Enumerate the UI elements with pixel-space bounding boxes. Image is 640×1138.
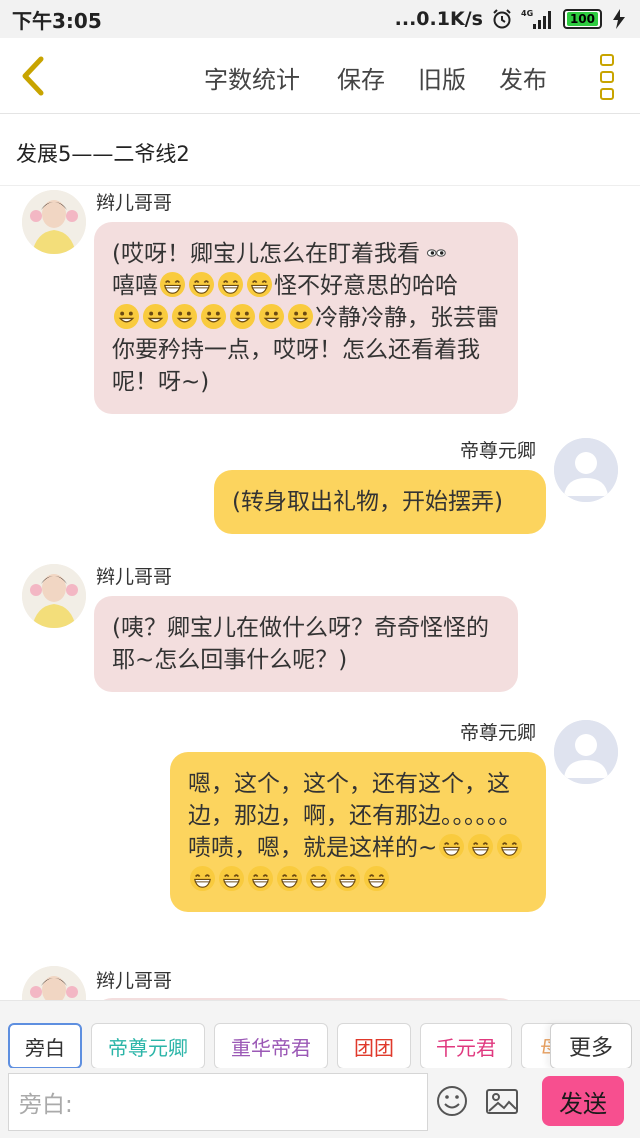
grin-emoji-icon (439, 833, 465, 860)
grin-emoji-icon (247, 865, 274, 892)
top-toolbar: 字数统计 保存 旧版 发布 (0, 38, 640, 114)
message-text: (咦？卿宝儿在做什么呀？奇奇怪怪的耶~怎么回事什么呢？) (112, 615, 489, 673)
sender-name: 帝尊元卿 (460, 440, 537, 462)
message-text: (转身取出礼物，开始摆弄) (232, 489, 503, 515)
speaker-chip[interactable]: 团团 (337, 1023, 411, 1069)
grin-emoji-icon (218, 865, 245, 892)
svg-text:4G: 4G (521, 9, 533, 18)
input-bar: 旁白: 发送 (0, 1068, 640, 1138)
send-label: 发送 (559, 1089, 607, 1118)
smile-emoji-icon (258, 303, 285, 330)
alarm-icon (491, 8, 513, 30)
message-text: 嘻嘻 (112, 273, 158, 299)
grin-emoji-icon (497, 833, 523, 860)
eyes-emoji-icon (426, 249, 446, 257)
more-speakers-button[interactable]: 更多 (550, 1023, 632, 1069)
input-placeholder: 旁白: (19, 1092, 73, 1118)
speaker-chip[interactable]: 重华帝君 (214, 1023, 328, 1069)
speaker-chip-label: 重华帝君 (231, 1035, 311, 1060)
smile-emoji-icon (287, 303, 314, 330)
message-bubble[interactable]: (转身取出礼物，开始摆弄) (214, 470, 546, 534)
message-bubble[interactable]: 嗯，这个，这个，还有这个，这边，那边，啊，还有那边。。。。。。啧啧，嗯，就是这样… (170, 752, 546, 912)
speaker-chip-label: 团团 (354, 1035, 394, 1060)
chapter-title: 发展5——二爷线2 (16, 142, 190, 166)
image-icon[interactable] (484, 1083, 520, 1119)
message-input[interactable]: 旁白: (8, 1073, 428, 1131)
avatar[interactable] (22, 564, 86, 628)
avatar[interactable] (554, 438, 618, 502)
avatar[interactable] (22, 190, 86, 254)
status-indicators: ...0.1K/s 4G 100 (395, 8, 628, 30)
sender-name: 辫儿哥哥 (96, 192, 173, 214)
smile-emoji-icon (229, 303, 256, 330)
chat-area[interactable]: 辫儿哥哥 (哎呀！卿宝儿怎么在盯着我看 嘻嘻 怪不好意思的哈哈 冷静冷静，张芸雷你… (0, 186, 640, 1000)
avatar[interactable] (22, 966, 86, 1000)
chevron-left-icon (22, 56, 44, 96)
smiley-icon[interactable] (434, 1083, 470, 1119)
publish-button[interactable]: 发布 (499, 60, 547, 95)
network-speed: ...0.1K/s (394, 8, 483, 30)
more-vertical-icon[interactable] (596, 52, 618, 102)
word-count-button[interactable]: 字数统计 (204, 60, 300, 95)
grin-emoji-icon (276, 865, 303, 892)
speaker-chip[interactable]: 千元君 (420, 1023, 512, 1069)
speaker-chip-label: 千元君 (436, 1035, 496, 1060)
grin-emoji-group (158, 271, 274, 299)
status-bar: 下午3:05 ...0.1K/s 4G 100 (0, 0, 640, 38)
message-bubble[interactable]: (哎呀！卿宝儿怎么在盯着我看 嘻嘻 怪不好意思的哈哈 冷静冷静，张芸雷你要矜持一点… (94, 222, 518, 414)
sender-name: 帝尊元卿 (460, 722, 537, 744)
back-button[interactable] (10, 52, 54, 100)
grin-emoji-icon (305, 865, 332, 892)
sender-name: 辫儿哥哥 (96, 970, 173, 992)
smile-emoji-icon (171, 303, 198, 330)
status-time: 下午3:05 (12, 8, 102, 33)
grin-emoji-icon (189, 865, 216, 892)
grin-emoji-icon (159, 271, 186, 298)
speaker-chip-label: 帝尊元卿 (108, 1035, 188, 1060)
signal-icon: 4G (521, 8, 555, 30)
save-button[interactable]: 保存 (337, 60, 385, 95)
sender-name: 辫儿哥哥 (96, 566, 173, 588)
smile-emoji-icon (113, 303, 140, 330)
battery-icon: 100 (562, 9, 602, 29)
charging-icon (610, 8, 628, 30)
old-version-button[interactable]: 旧版 (418, 60, 466, 95)
grin-emoji-icon (363, 865, 390, 892)
avatar[interactable] (554, 720, 618, 784)
grin-emoji-icon (246, 271, 273, 298)
grin-emoji-icon (334, 865, 361, 892)
send-button[interactable]: 发送 (542, 1076, 624, 1126)
speaker-chip[interactable]: 帝尊元卿 (91, 1023, 205, 1069)
speaker-chip[interactable]: 旁白 (8, 1023, 82, 1069)
grin-emoji-icon (188, 271, 215, 298)
grin-emoji-icon (217, 271, 244, 298)
more-label: 更多 (568, 1036, 613, 1061)
message-text: 怪不好意思的哈哈 (274, 273, 458, 299)
smile-emoji-icon (200, 303, 227, 330)
speaker-chip-label: 旁白 (25, 1035, 65, 1060)
message-bubble[interactable]: (咦？卿宝儿在做什么呀？奇奇怪怪的耶~怎么回事什么呢？) (94, 596, 518, 692)
smile-emoji-group (112, 303, 315, 331)
message-text: (哎呀！卿宝儿怎么在盯着我看 (112, 241, 420, 267)
smile-emoji-icon (142, 303, 169, 330)
battery-level: 100 (566, 12, 598, 26)
grin-emoji-icon (468, 833, 494, 860)
